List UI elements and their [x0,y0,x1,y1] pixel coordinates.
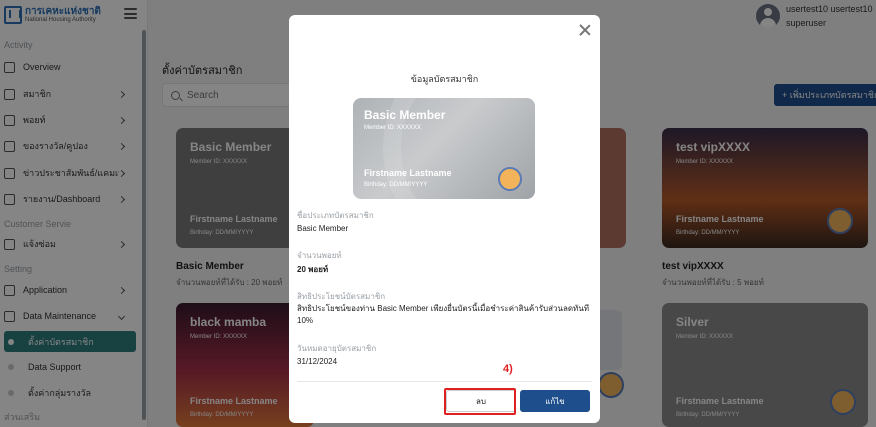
member-card-detail-modal: ข้อมูลบัตรสมาชิก Basic Member Member ID:… [289,15,600,423]
close-icon[interactable] [578,23,592,37]
field-label-benefits: สิทธิประโยชน์บัตรสมาชิก [297,292,386,301]
field-label-card-type: ชื่อประเภทบัตรสมาชิก [297,211,374,220]
field-label-expiry: วันหมดอายุบัตรสมาชิก [297,344,377,353]
step-highlight-box [444,388,516,415]
field-label-points: จำนวนพอยท์ [297,251,342,260]
modal-divider [297,381,592,382]
member-card-preview: Basic Member Member ID: XXXXXX Firstname… [353,98,535,199]
edit-button[interactable]: แก้ไข [520,390,590,412]
field-value-expiry: 31/12/2024 [297,357,338,366]
field-value-points: 20 พอยท์ [297,265,329,274]
field-value-card-type: Basic Member [297,224,349,233]
step-label: 4) [503,363,513,375]
modal-title: ข้อมูลบัตรสมาชิก [410,74,479,84]
card-avatar-icon [498,167,522,191]
field-value-benefits: สิทธิประโยชน์ของท่าน Basic Member เพียงย… [297,304,590,325]
